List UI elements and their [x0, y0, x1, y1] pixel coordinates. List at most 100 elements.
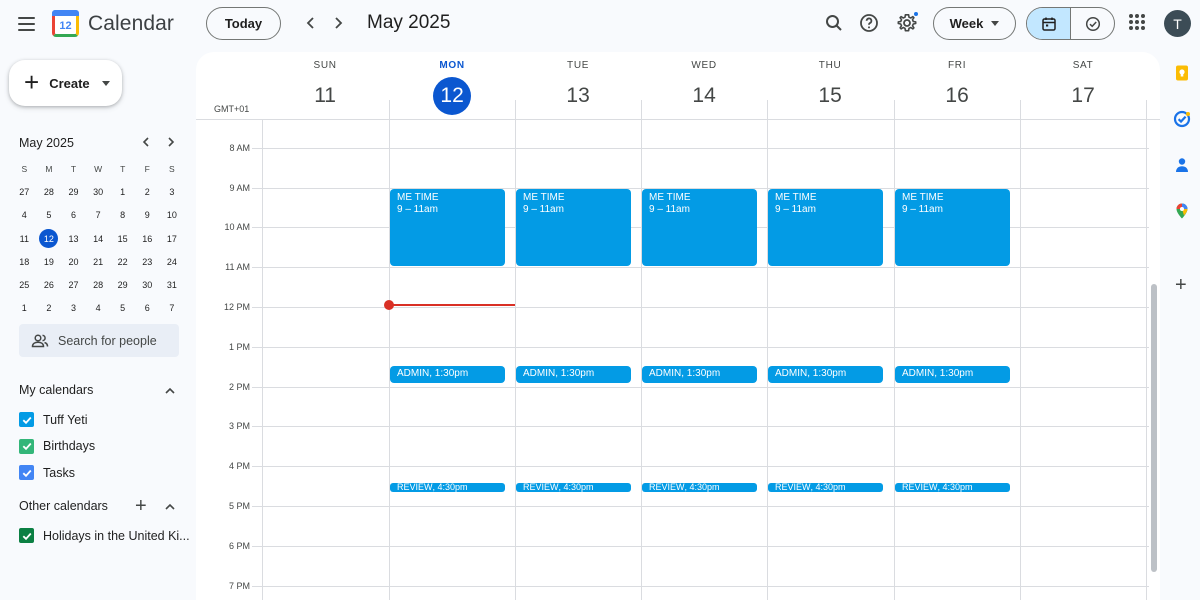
calendar-list-item[interactable]: Birthdays [19, 438, 95, 454]
search-people-input[interactable]: Search for people [19, 324, 179, 357]
event-review[interactable]: REVIEW, 4:30pm [895, 483, 1011, 493]
mini-calendar-day[interactable]: 14 [86, 227, 111, 250]
mini-calendar-day[interactable]: 3 [61, 297, 86, 320]
day-header-wed[interactable]: WED 14 [641, 52, 767, 119]
previous-week-button[interactable] [298, 10, 324, 36]
mini-calendar-day[interactable]: 26 [37, 273, 62, 296]
mini-calendar-day[interactable]: 6 [61, 204, 86, 227]
event-review[interactable]: REVIEW, 4:30pm [390, 483, 506, 493]
mini-calendar-day[interactable]: 16 [135, 227, 160, 250]
mini-calendar-day[interactable]: 5 [37, 204, 62, 227]
view-selector[interactable]: Week [933, 7, 1016, 40]
mini-calendar-next-button[interactable] [163, 134, 179, 150]
event-admin[interactable]: ADMIN, 1:30pm [516, 365, 632, 383]
mini-calendar-day[interactable]: 22 [110, 250, 135, 273]
week-view-scrollbar[interactable] [1151, 284, 1157, 572]
day-number[interactable]: 15 [811, 77, 849, 115]
mini-calendar-day[interactable]: 1 [12, 297, 37, 320]
calendar-view-button[interactable] [1027, 8, 1071, 39]
calendar-logo-icon[interactable]: 12 [52, 10, 79, 37]
calendar-list-item[interactable]: Tasks [19, 465, 75, 480]
calendar-checkbox[interactable] [19, 438, 34, 454]
my-calendars-heading[interactable]: My calendars [19, 383, 93, 397]
mini-calendar-day[interactable]: 8 [110, 204, 135, 227]
next-week-button[interactable] [325, 10, 351, 36]
other-calendars-heading[interactable]: Other calendars [19, 499, 108, 513]
calendar-checkbox[interactable] [19, 528, 34, 543]
mini-calendar-day[interactable]: 17 [160, 227, 185, 250]
mini-calendar-day[interactable]: 27 [61, 273, 86, 296]
mini-calendar-day[interactable]: 28 [37, 180, 62, 203]
tasks-view-button[interactable] [1071, 8, 1114, 39]
calendar-checkbox[interactable] [19, 465, 34, 480]
event-me-time[interactable]: ME TIME 9 – 11am [390, 188, 506, 267]
mini-calendar-day[interactable]: 5 [110, 297, 135, 320]
mini-calendar-day[interactable]: 10 [160, 204, 185, 227]
settings-button[interactable] [895, 11, 919, 35]
contacts-button[interactable] [1172, 155, 1192, 175]
mini-calendar-day-selected[interactable]: 12 [37, 227, 62, 250]
event-admin[interactable]: ADMIN, 1:30pm [390, 365, 506, 383]
day-number[interactable]: 16 [938, 77, 976, 115]
add-other-calendar-button[interactable]: + [135, 496, 147, 516]
event-me-time[interactable]: ME TIME 9 – 11am [516, 188, 632, 267]
tasks-button[interactable] [1172, 109, 1192, 129]
today-button[interactable]: Today [206, 7, 281, 40]
mini-calendar-day[interactable]: 2 [135, 180, 160, 203]
mini-calendar-day[interactable]: 3 [160, 180, 185, 203]
mini-calendar-day[interactable]: 1 [110, 180, 135, 203]
day-header-sat[interactable]: SAT 17 [1020, 52, 1146, 119]
mini-calendar-day[interactable]: 27 [12, 180, 37, 203]
account-avatar[interactable]: T [1164, 10, 1191, 37]
keep-button[interactable] [1172, 63, 1192, 83]
day-number[interactable]: 12 [433, 77, 472, 115]
day-number[interactable]: 11 [306, 77, 344, 115]
day-header-sun[interactable]: SUN 11 [262, 52, 388, 119]
calendar-checkbox[interactable] [19, 412, 34, 427]
collapse-other-calendars-button[interactable] [163, 500, 177, 514]
event-review[interactable]: REVIEW, 4:30pm [768, 483, 884, 493]
mini-calendar-day[interactable]: 20 [61, 250, 86, 273]
mini-calendar-day[interactable]: 29 [110, 273, 135, 296]
mini-calendar-day[interactable]: 30 [86, 180, 111, 203]
google-apps-icon[interactable] [1129, 14, 1145, 30]
mini-calendar-day[interactable]: 23 [135, 250, 160, 273]
mini-calendar-prev-button[interactable] [138, 134, 154, 150]
mini-calendar-day[interactable]: 4 [12, 204, 37, 227]
day-header-thu[interactable]: THU 15 [767, 52, 893, 119]
get-add-ons-button[interactable]: + [1175, 275, 1187, 295]
event-review[interactable]: REVIEW, 4:30pm [642, 483, 758, 493]
search-button[interactable] [822, 11, 846, 35]
event-review[interactable]: REVIEW, 4:30pm [516, 483, 632, 493]
event-me-time[interactable]: ME TIME 9 – 11am [895, 188, 1011, 267]
calendar-list-item[interactable]: Tuff Yeti [19, 412, 87, 427]
mini-calendar-day[interactable]: 7 [160, 297, 185, 320]
event-admin[interactable]: ADMIN, 1:30pm [642, 365, 758, 383]
event-me-time[interactable]: ME TIME 9 – 11am [768, 188, 884, 267]
event-admin[interactable]: ADMIN, 1:30pm [895, 365, 1011, 383]
help-button[interactable] [857, 11, 881, 35]
mini-calendar-day[interactable]: 6 [135, 297, 160, 320]
event-admin[interactable]: ADMIN, 1:30pm [768, 365, 884, 383]
mini-calendar-day[interactable]: 15 [110, 227, 135, 250]
mini-calendar-day[interactable]: 7 [86, 204, 111, 227]
day-number[interactable]: 13 [559, 77, 597, 115]
day-header-mon[interactable]: MON 12 [389, 52, 515, 119]
calendar-list-item[interactable]: Holidays in the United Ki... [19, 528, 190, 543]
main-menu-icon[interactable] [12, 10, 40, 38]
collapse-my-calendars-button[interactable] [163, 384, 177, 398]
event-me-time[interactable]: ME TIME 9 – 11am [642, 188, 758, 267]
mini-calendar-day[interactable]: 4 [86, 297, 111, 320]
mini-calendar-day[interactable]: 25 [12, 273, 37, 296]
mini-calendar-day[interactable]: 13 [61, 227, 86, 250]
mini-calendar-day[interactable]: 9 [135, 204, 160, 227]
mini-calendar-day[interactable]: 29 [61, 180, 86, 203]
day-header-tue[interactable]: TUE 13 [515, 52, 641, 119]
mini-calendar-day[interactable]: 18 [12, 250, 37, 273]
mini-calendar-day[interactable]: 19 [37, 250, 62, 273]
day-number[interactable]: 17 [1064, 77, 1102, 115]
maps-button[interactable] [1172, 201, 1192, 221]
mini-calendar-day[interactable]: 2 [37, 297, 62, 320]
create-button[interactable]: + Create [9, 60, 122, 106]
mini-calendar-day[interactable]: 30 [135, 273, 160, 296]
